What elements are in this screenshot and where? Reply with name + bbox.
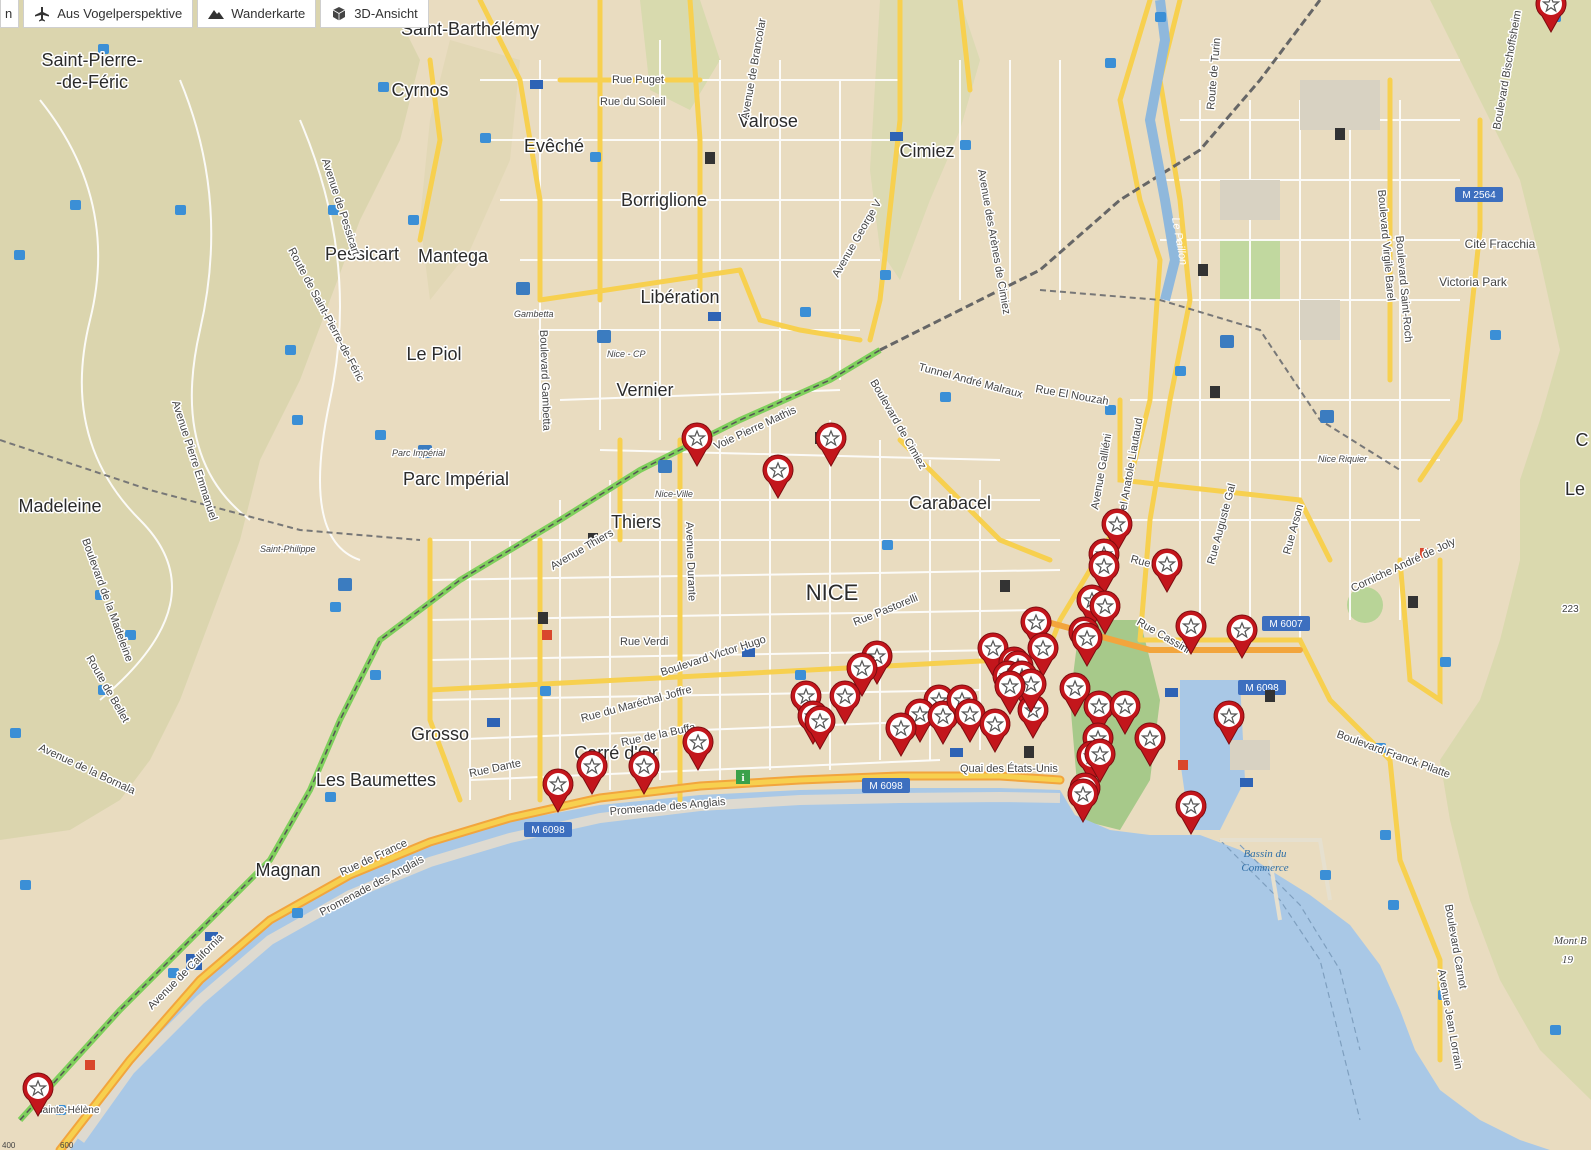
aerial-view-button[interactable]: Aus Vogelperspektive <box>23 0 194 28</box>
svg-text:M 2564: M 2564 <box>1462 190 1496 201</box>
label-eveche: Evêché <box>524 136 584 156</box>
label-mont-boron-alt: 19 <box>1562 954 1574 966</box>
aerial-view-label: Aus Vogelperspektive <box>57 6 183 21</box>
3d-view-button[interactable]: 3D-Ansicht <box>320 0 429 28</box>
road-shield-m6098-east: M 6098 <box>1238 680 1286 695</box>
label-liberation: Libération <box>640 287 719 307</box>
label-saint-pierre-2: -de-Féric <box>56 72 128 92</box>
label-c-partial: C <box>1576 430 1589 450</box>
svg-text:M 6098: M 6098 <box>869 781 903 792</box>
road-shield-m2564: M 2564 <box>1455 187 1503 202</box>
label-cimiez: Cimiez <box>899 141 954 161</box>
label-rue-puget: Rue Puget <box>612 74 664 86</box>
label-carabacel: Carabacel <box>909 493 991 513</box>
svg-text:M 6007: M 6007 <box>1269 619 1303 630</box>
label-nice: NICE <box>806 580 859 605</box>
scale-right-label: 600 <box>60 1141 74 1150</box>
label-nice-ville: Nice-Ville <box>655 489 693 499</box>
label-parc-imperial-station: Parc Impérial <box>392 448 446 458</box>
cube-icon <box>333 6 346 20</box>
scale-left-label: 400 <box>2 1141 16 1150</box>
label-gambetta-station: Gambetta <box>514 309 554 319</box>
label-rue-verdi: Rue Verdi <box>620 636 668 648</box>
label-victoria-park: Victoria Park <box>1439 275 1508 289</box>
label-sainte-helene: Sainte-Hélène <box>36 1105 100 1116</box>
label-parc-imperial: Parc Impérial <box>403 469 509 489</box>
label-madeleine: Madeleine <box>18 496 101 516</box>
label-magnan: Magnan <box>255 860 320 880</box>
3d-view-label: 3D-Ansicht <box>354 6 418 21</box>
label-le-partial: Le <box>1565 479 1585 499</box>
label-grosso: Grosso <box>411 724 469 744</box>
mountain-icon <box>208 9 225 19</box>
label-saint-pierre-1: Saint-Pierre- <box>41 50 142 70</box>
toolbar-partial-button[interactable]: n <box>0 0 20 28</box>
map-toolbar: n Aus Vogelperspektive Wanderkarte 3D-An… <box>0 0 429 28</box>
road-shield-m6098-center: M 6098 <box>862 778 910 793</box>
label-nice-cp: Nice - CP <box>607 349 646 359</box>
label-rue-du-soleil: Rue du Soleil <box>600 96 665 108</box>
label-nice-riquier: Nice Riquier <box>1318 454 1368 464</box>
label-alt-223: 223 <box>1562 604 1579 615</box>
label-le-piol: Le Piol <box>406 344 461 364</box>
label-mantega: Mantega <box>418 246 489 266</box>
label-bassin-du: Bassin du <box>1243 848 1287 860</box>
road-shield-m6007: M 6007 <box>1262 616 1310 631</box>
svg-text:M 6098: M 6098 <box>531 825 565 836</box>
label-commerce: Commerce <box>1241 862 1288 874</box>
label-cyrnos: Cyrnos <box>391 80 448 100</box>
hiking-map-label: Wanderkarte <box>231 6 306 21</box>
hiking-map-button[interactable]: Wanderkarte <box>197 0 317 28</box>
label-mont-boron: Mont B <box>1553 935 1587 947</box>
road-shield-m6098-west: M 6098 <box>524 822 572 837</box>
label-cite-fracchia: Cité Fracchia <box>1465 237 1536 251</box>
label-saint-philippe: Saint-Philippe <box>260 544 316 554</box>
toolbar-partial-label: n <box>5 6 13 21</box>
label-quai-etats-unis: Quai des États-Unis <box>960 762 1058 775</box>
label-vernier: Vernier <box>616 380 673 400</box>
label-borriglione: Borriglione <box>621 190 707 210</box>
map-canvas[interactable]: M 2564 M 6007 M 6098 M 6098 M 6098 H i S… <box>0 0 1591 1150</box>
info-icon: i <box>736 770 750 784</box>
label-les-baumettes: Les Baumettes <box>316 770 436 790</box>
label-pessicart: Pessicart <box>325 244 399 264</box>
label-thiers: Thiers <box>611 512 661 532</box>
svg-text:i: i <box>741 772 744 784</box>
airplane-icon <box>35 6 50 21</box>
